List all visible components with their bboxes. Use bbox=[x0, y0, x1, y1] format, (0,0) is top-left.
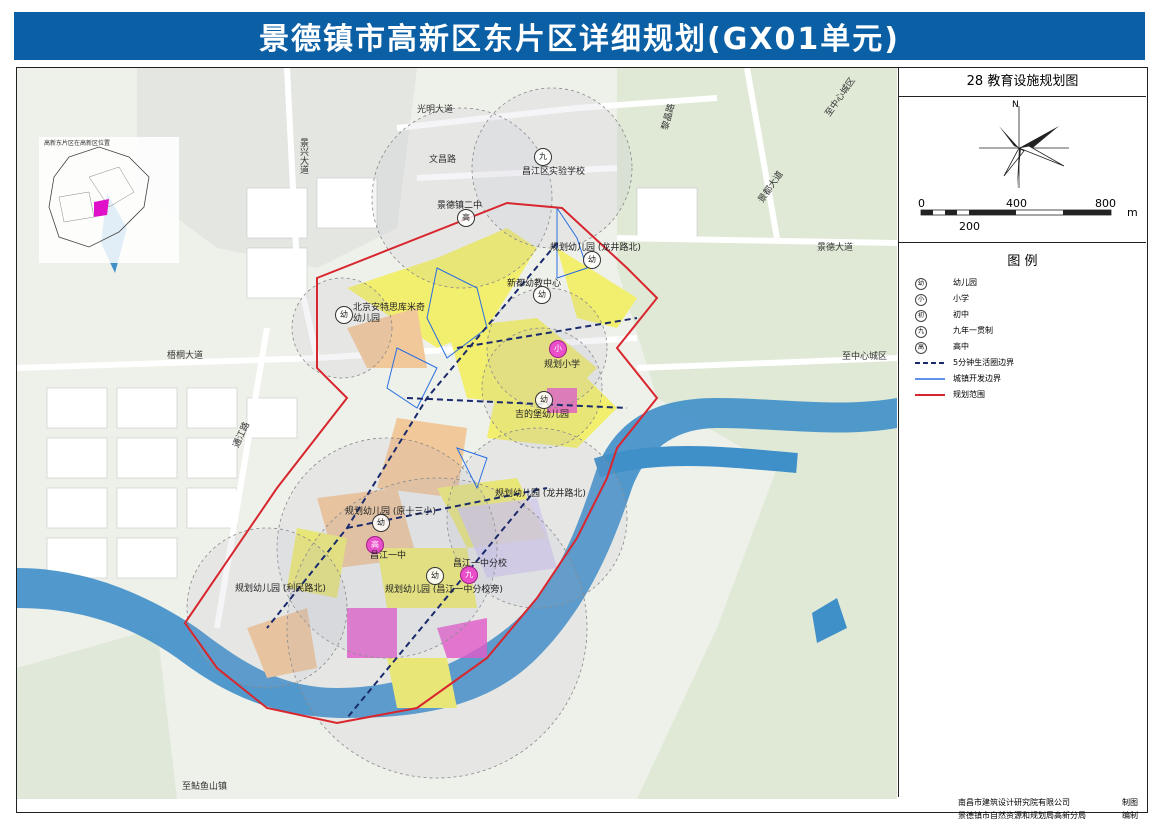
senior-school-icon: 高 bbox=[915, 342, 927, 354]
road-label-zhi-yushan: 至鲇鱼山镇 bbox=[182, 782, 228, 792]
road-label-wenchang: 文昌路 bbox=[429, 155, 457, 165]
credit-org-1: 南昌市建筑设计研究院有限公司 bbox=[958, 798, 1070, 807]
right-panel: 28 教育设施规划图 N 0 400 800 m 200 图 例 幼 幼儿园 小… bbox=[898, 68, 1146, 797]
credit-role-2: 编制 bbox=[1122, 811, 1138, 820]
nine-year-school-icon: 九 bbox=[915, 326, 927, 338]
legend-title: 图 例 bbox=[1007, 254, 1038, 269]
scale-tick-400: 400 bbox=[1006, 197, 1027, 210]
blue-line-icon bbox=[915, 378, 945, 380]
compass-scale-box: N 0 400 800 m 200 bbox=[899, 96, 1146, 243]
junior-school-icon: 初 bbox=[915, 310, 927, 322]
facility-label: 规划幼儿园 (利民路北) bbox=[235, 584, 326, 594]
facility-label: 昌江一中 bbox=[370, 551, 407, 561]
legend: 图 例 幼 幼儿园 小 小学 初 初中 九 九年一贯制 高 高中 5分钟生活圈边… bbox=[899, 242, 1146, 797]
facility-symbol[interactable]: 幼 bbox=[583, 251, 601, 269]
facility-symbol[interactable]: 幼 bbox=[372, 514, 390, 532]
facility-symbol[interactable]: 幼 bbox=[335, 306, 353, 324]
facility-symbol[interactable]: 高 bbox=[457, 209, 475, 227]
map-title-banner: 景德镇市高新区东片区详细规划(GX01单元) bbox=[14, 12, 1145, 60]
credit-org-2: 景德镇市自然资源和规划局高新分局 bbox=[958, 811, 1086, 820]
map-canvas[interactable]: 高新东片区在高新区位置 光明大道 文昌路 景兴大道 至中心城区 景都大道 景德大… bbox=[17, 68, 897, 799]
facility-label: 规划幼儿园 (龙井路北) bbox=[495, 489, 586, 499]
road-label-jingxing: 景兴大道 bbox=[298, 138, 308, 174]
road-label-jingde: 景德大道 bbox=[817, 243, 854, 253]
scale-tick-200: 200 bbox=[959, 220, 980, 233]
facility-label: 吉的堡幼儿园 bbox=[515, 410, 570, 420]
facility-symbol[interactable]: 幼 bbox=[533, 286, 551, 304]
inset-title: 高新东片区在高新区位置 bbox=[44, 140, 111, 147]
facility-label: 规划小学 bbox=[544, 360, 581, 370]
facility-label: 景德镇二中 bbox=[437, 201, 483, 211]
facility-label: 规划幼儿园 (昌江一中分校旁) bbox=[385, 585, 503, 595]
scale-unit: m bbox=[1127, 206, 1138, 219]
dashed-line-icon bbox=[915, 362, 945, 364]
road-label-wutong: 梧桐大道 bbox=[167, 351, 204, 361]
primary-school-icon: 小 bbox=[915, 294, 927, 306]
road-label-guangming: 光明大道 bbox=[417, 105, 454, 115]
facility-label: 昌江一中分校 bbox=[453, 559, 508, 569]
map-subtitle: 28 教育设施规划图 bbox=[899, 68, 1146, 97]
red-line-icon bbox=[915, 394, 945, 396]
credit-role-1: 制图 bbox=[1122, 798, 1138, 807]
facility-label: 北京安特思库米奇幼儿园 bbox=[353, 303, 426, 324]
facility-label: 新都幼教中心 bbox=[507, 279, 562, 289]
compass-icon bbox=[920, 106, 1112, 216]
footer-credits: 南昌市建筑设计研究院有限公司 制图 景德镇市自然资源和规划局高新分局 编制 bbox=[898, 797, 1145, 825]
facility-label: 昌江区实验学校 bbox=[522, 167, 586, 177]
kindergarten-icon: 幼 bbox=[915, 278, 927, 290]
north-label: N bbox=[1012, 100, 1019, 110]
page-title: 景德镇市高新区东片区详细规划(GX01单元) bbox=[259, 22, 900, 57]
scale-tick-800: 800 bbox=[1095, 197, 1116, 210]
facility-label: 规划幼儿园 (原十三小) bbox=[345, 507, 436, 517]
road-label-zhizhongxin-2: 至中心城区 bbox=[842, 352, 888, 362]
scale-tick-0: 0 bbox=[918, 197, 925, 210]
inset-location-map bbox=[39, 137, 179, 263]
facility-symbol[interactable]: 小 bbox=[549, 340, 567, 358]
